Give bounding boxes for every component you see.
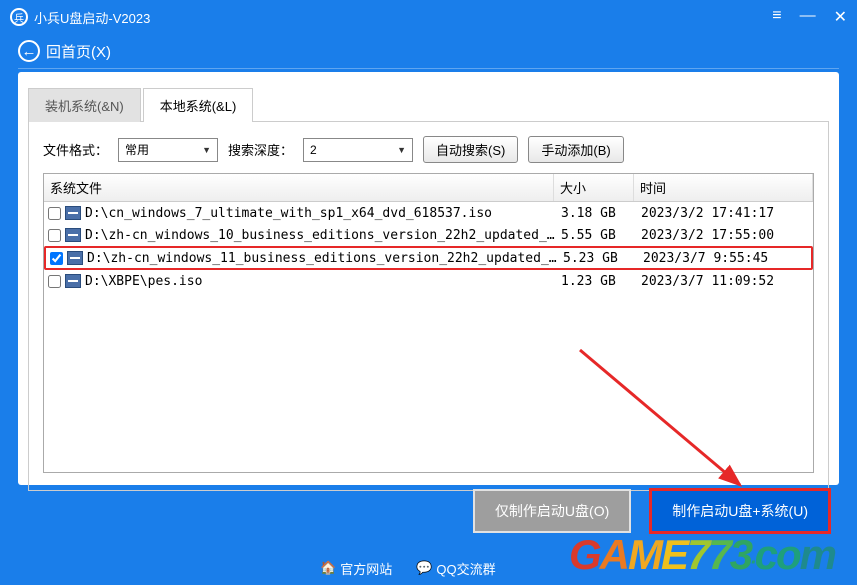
- file-name: D:\cn_windows_7_ultimate_with_sp1_x64_dv…: [85, 206, 561, 221]
- back-arrow-icon: ←: [18, 40, 40, 62]
- watermark-text: GAME773.com: [569, 531, 835, 579]
- window-title: 小兵U盘启动-V2023: [34, 8, 772, 27]
- file-time: 2023/3/2 17:41:17: [641, 206, 809, 221]
- table-row[interactable]: D:\zh-cn_windows_10_business_editions_ve…: [44, 224, 813, 246]
- file-time: 2023/3/2 17:55:00: [641, 228, 809, 243]
- app-logo-icon: 兵: [10, 8, 28, 26]
- iso-file-icon: [67, 251, 83, 265]
- iso-file-icon: [65, 206, 81, 220]
- file-size: 5.23 GB: [563, 251, 643, 266]
- row-checkbox[interactable]: [48, 275, 61, 288]
- make-usb-only-button[interactable]: 仅制作启动U盘(O): [473, 489, 631, 533]
- chevron-down-icon: ▼: [397, 145, 406, 155]
- file-name: D:\zh-cn_windows_11_business_editions_ve…: [87, 251, 563, 266]
- official-site-link[interactable]: 🏠 官方网站: [320, 559, 392, 578]
- file-size: 1.23 GB: [561, 274, 641, 289]
- search-depth-label: 搜索深度：: [228, 140, 293, 159]
- make-usb-system-button[interactable]: 制作启动U盘+系统(U): [649, 488, 831, 534]
- menu-icon[interactable]: ≡: [772, 7, 781, 27]
- file-list: 系统文件 大小 时间 D:\cn_windows_7_ultimate_with…: [43, 173, 814, 473]
- qq-group-link[interactable]: 💬 QQ交流群: [416, 559, 495, 578]
- back-home-label: 回首页(X): [46, 41, 111, 62]
- chat-icon: 💬: [416, 560, 432, 576]
- auto-search-button[interactable]: 自动搜索(S): [423, 136, 518, 163]
- file-format-select[interactable]: 常用 ▼: [118, 138, 218, 162]
- column-time[interactable]: 时间: [634, 174, 813, 201]
- close-icon[interactable]: ✕: [834, 7, 847, 27]
- manual-add-button[interactable]: 手动添加(B): [528, 136, 623, 163]
- table-row[interactable]: D:\XBPE\pes.iso1.23 GB2023/3/7 11:09:52: [44, 270, 813, 292]
- table-row[interactable]: D:\cn_windows_7_ultimate_with_sp1_x64_dv…: [44, 202, 813, 224]
- header-divider: [18, 68, 839, 69]
- tab-local-system[interactable]: 本地系统(&L): [143, 88, 254, 122]
- home-icon: 🏠: [320, 560, 336, 576]
- chevron-down-icon: ▼: [202, 145, 211, 155]
- iso-file-icon: [65, 274, 81, 288]
- file-name: D:\XBPE\pes.iso: [85, 274, 561, 289]
- iso-file-icon: [65, 228, 81, 242]
- row-checkbox[interactable]: [50, 252, 63, 265]
- search-depth-select[interactable]: 2 ▼: [303, 138, 413, 162]
- file-name: D:\zh-cn_windows_10_business_editions_ve…: [85, 228, 561, 243]
- file-time: 2023/3/7 9:55:45: [643, 251, 807, 266]
- file-size: 3.18 GB: [561, 206, 641, 221]
- file-time: 2023/3/7 11:09:52: [641, 274, 809, 289]
- column-size[interactable]: 大小: [554, 174, 634, 201]
- minimize-icon[interactable]: —: [800, 7, 816, 27]
- row-checkbox[interactable]: [48, 229, 61, 242]
- tab-install-system[interactable]: 装机系统(&N): [28, 88, 141, 122]
- table-row[interactable]: D:\zh-cn_windows_11_business_editions_ve…: [44, 246, 813, 270]
- file-size: 5.55 GB: [561, 228, 641, 243]
- file-format-label: 文件格式：: [43, 140, 108, 159]
- column-file[interactable]: 系统文件: [44, 174, 554, 201]
- row-checkbox[interactable]: [48, 207, 61, 220]
- back-home-button[interactable]: ← 回首页(X): [18, 40, 111, 62]
